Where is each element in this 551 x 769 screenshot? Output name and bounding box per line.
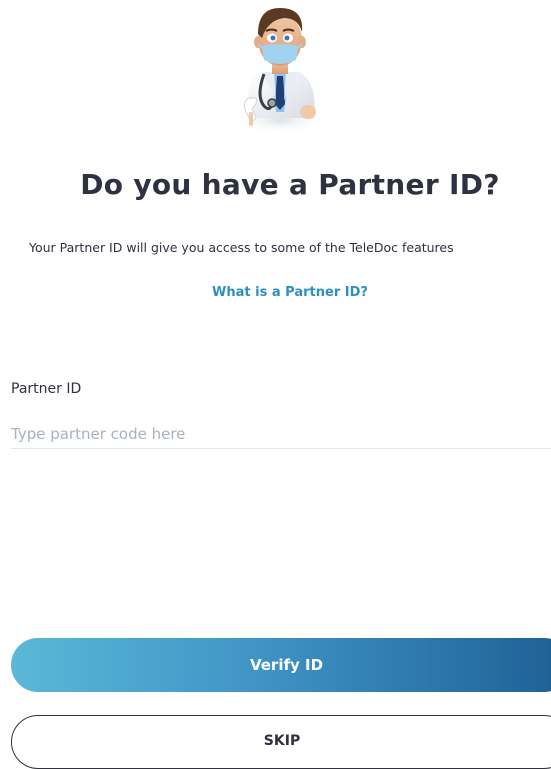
- verify-id-button[interactable]: Verify ID: [11, 638, 551, 692]
- page-subtitle: Your Partner ID will give you access to …: [29, 240, 454, 255]
- skip-button-label: SKIP: [263, 733, 301, 749]
- doctor-mascot-icon: [232, 8, 328, 134]
- partner-id-label: Partner ID: [11, 381, 82, 397]
- doctor-mascot-illustration: [218, 0, 338, 134]
- skip-button[interactable]: SKIP: [11, 715, 551, 769]
- page-title: Do you have a Partner ID?: [80, 168, 500, 201]
- verify-id-button-label: Verify ID: [249, 656, 324, 674]
- what-is-partner-id-link[interactable]: What is a Partner ID?: [0, 285, 551, 300]
- partner-id-input[interactable]: [11, 420, 551, 449]
